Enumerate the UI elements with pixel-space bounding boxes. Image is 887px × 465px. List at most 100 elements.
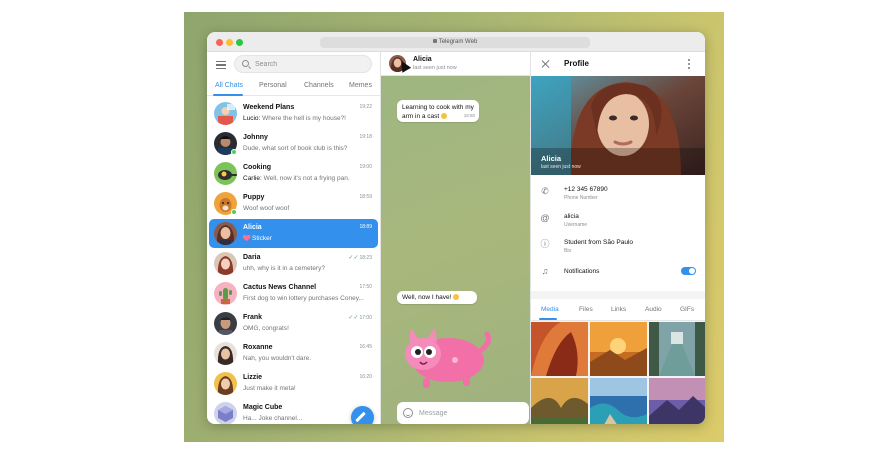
conversation-header[interactable]: Alicia last seen just now xyxy=(381,52,531,76)
tab-media[interactable]: Media xyxy=(541,306,559,313)
menu-icon[interactable] xyxy=(216,61,226,69)
avatar-cooking xyxy=(214,162,237,185)
chat-preview: Carlie: Well, now it's not a frying pan. xyxy=(243,175,350,182)
message-composer[interactable] xyxy=(397,402,529,424)
chat-row-puppy[interactable]: Puppy 18:59 Woof woof woof xyxy=(209,189,378,218)
laugh-emoji-icon xyxy=(453,294,460,300)
chat-name: Puppy xyxy=(243,194,265,201)
search-input[interactable] xyxy=(255,58,365,71)
chat-preview: Woof woof woof xyxy=(243,205,290,212)
chat-name: Cactus News Channel xyxy=(243,284,317,291)
chat-row-cooking[interactable]: Cooking 19:00 Carlie: Well, now it's not… xyxy=(209,159,378,188)
tab-audio[interactable]: Audio xyxy=(645,306,662,313)
phone-row[interactable]: ✆ +12 345 67890 Phone Number xyxy=(531,181,705,207)
avatar-lizzie xyxy=(214,372,237,395)
chat-time: 18:59 xyxy=(359,194,372,200)
chat-time: 19:18 xyxy=(359,134,372,140)
bio-row[interactable]: ⓘ Student from São Paulo Bio xyxy=(531,234,705,260)
pink-cat-sticker[interactable] xyxy=(393,320,493,392)
chat-row-roxanne[interactable]: Roxanne 16:45 Nah, you wouldn't dare. xyxy=(209,339,378,368)
read-check-icon: ✓✓ xyxy=(348,255,359,261)
media-thumbnail[interactable] xyxy=(649,378,705,424)
more-vertical-icon[interactable] xyxy=(688,59,690,69)
search-icon xyxy=(242,60,249,67)
pencil-icon xyxy=(355,411,366,423)
username-row[interactable]: @ alicia Username xyxy=(531,208,705,234)
search-box[interactable] xyxy=(234,55,372,73)
read-check-icon: ✓✓ xyxy=(348,315,359,321)
lock-icon xyxy=(432,39,437,43)
phone-icon: ✆ xyxy=(541,186,549,196)
chat-time: 18:89 xyxy=(359,224,372,230)
chat-row-frank[interactable]: Frank ✓✓17:00 OMG, congrats! xyxy=(209,309,378,338)
tab-all-chats[interactable]: All Chats xyxy=(215,82,243,89)
close-window-button[interactable] xyxy=(216,39,223,46)
emoji-icon[interactable] xyxy=(403,408,413,418)
tab-files[interactable]: Files xyxy=(579,306,593,313)
chat-row-johnny[interactable]: Johnny 19:18 Dude, what sort of book clu… xyxy=(209,129,378,158)
media-thumbnail[interactable] xyxy=(590,322,647,376)
chat-preview: Dude, what sort of book club is this? xyxy=(243,145,348,152)
chat-time: 16:20 xyxy=(359,374,372,380)
tab-personal[interactable]: Personal xyxy=(259,82,287,89)
active-tab-indicator xyxy=(213,94,243,96)
profile-title: Profile xyxy=(564,59,589,68)
chat-row-lizzie[interactable]: Lizzie 16:20 Just make it meta! xyxy=(209,369,378,398)
address-text: Telegram Web xyxy=(438,39,478,45)
minimize-window-button[interactable] xyxy=(226,39,233,46)
chat-row-daria[interactable]: Daria ✓✓18:23 uhh, why is it in a cemete… xyxy=(209,249,378,278)
avatar-alicia xyxy=(214,222,237,245)
phone-number: +12 345 67890 xyxy=(564,186,608,193)
conversation-status: last seen just now xyxy=(413,65,457,71)
chat-time: 16:45 xyxy=(359,344,372,350)
avatar-frank xyxy=(214,312,237,335)
chat-name: Lizzie xyxy=(243,374,263,381)
username-value: alicia xyxy=(564,213,579,220)
avatar-roxanne xyxy=(214,342,237,365)
media-thumbnail[interactable] xyxy=(649,322,705,376)
notifications-row[interactable]: ♫ Notifications xyxy=(531,261,705,287)
chat-name: Frank xyxy=(243,314,263,321)
tab-channels[interactable]: Channels xyxy=(304,82,334,89)
active-media-tab-indicator xyxy=(539,318,557,320)
chat-name: Roxanne xyxy=(243,344,273,351)
online-indicator xyxy=(231,209,237,215)
message-bubble[interactable]: Well, now I have! xyxy=(397,291,477,304)
chat-row-weekend-plans[interactable]: Weekend Plans 19:22 Lucio: Where the hel… xyxy=(209,99,378,128)
phone-label: Phone Number xyxy=(564,195,598,201)
close-icon[interactable] xyxy=(542,60,550,68)
chat-time: 19:22 xyxy=(359,104,372,110)
address-bar[interactable]: Telegram Web xyxy=(320,37,590,48)
media-thumbnail[interactable] xyxy=(531,322,588,376)
maximize-window-button[interactable] xyxy=(236,39,243,46)
notifications-toggle[interactable] xyxy=(681,267,696,275)
media-tabs: Media Files Links Audio GIFs xyxy=(531,299,705,321)
profile-name: Alicia xyxy=(541,154,562,163)
message-bubble[interactable]: Learning to cook with my arm in a cast 1… xyxy=(397,100,479,122)
chat-row-cactus-news[interactable]: Cactus News Channel 17:50 First dog to w… xyxy=(209,279,378,308)
chat-time: ✓✓18:23 xyxy=(348,255,372,261)
media-thumbnail[interactable] xyxy=(531,378,588,424)
new-message-button[interactable] xyxy=(351,406,374,424)
username-label: Username xyxy=(564,222,588,228)
media-grid xyxy=(531,322,705,424)
message-input[interactable] xyxy=(419,407,519,419)
tab-memes[interactable]: Memes xyxy=(349,82,372,89)
tab-gifs[interactable]: GIFs xyxy=(680,306,694,313)
profile-photo[interactable]: Alicia last seen just now xyxy=(531,76,705,175)
online-indicator xyxy=(231,149,237,155)
chat-time: 17:50 xyxy=(359,284,372,290)
message-text: Well, now I have! xyxy=(402,294,452,301)
folder-tabs: All Chats Personal Channels Memes xyxy=(207,76,381,96)
conversation-panel: Alicia last seen just now Learning to co… xyxy=(381,52,531,424)
chat-name: Magic Cube xyxy=(243,404,283,411)
chat-row-alicia[interactable]: Alicia 18:89 Sticker xyxy=(209,219,378,248)
chat-name: Alicia xyxy=(243,224,262,231)
conversation-title: Alicia xyxy=(413,56,432,63)
chat-preview: Lucio: Where the hell is my house?! xyxy=(243,115,346,122)
chat-name: Daria xyxy=(243,254,261,261)
browser-window: Telegram Web All Chats Personal Channels… xyxy=(207,32,705,424)
media-thumbnail[interactable] xyxy=(590,378,647,424)
chat-preview: OMG, congrats! xyxy=(243,325,289,332)
tab-links[interactable]: Links xyxy=(611,306,626,313)
